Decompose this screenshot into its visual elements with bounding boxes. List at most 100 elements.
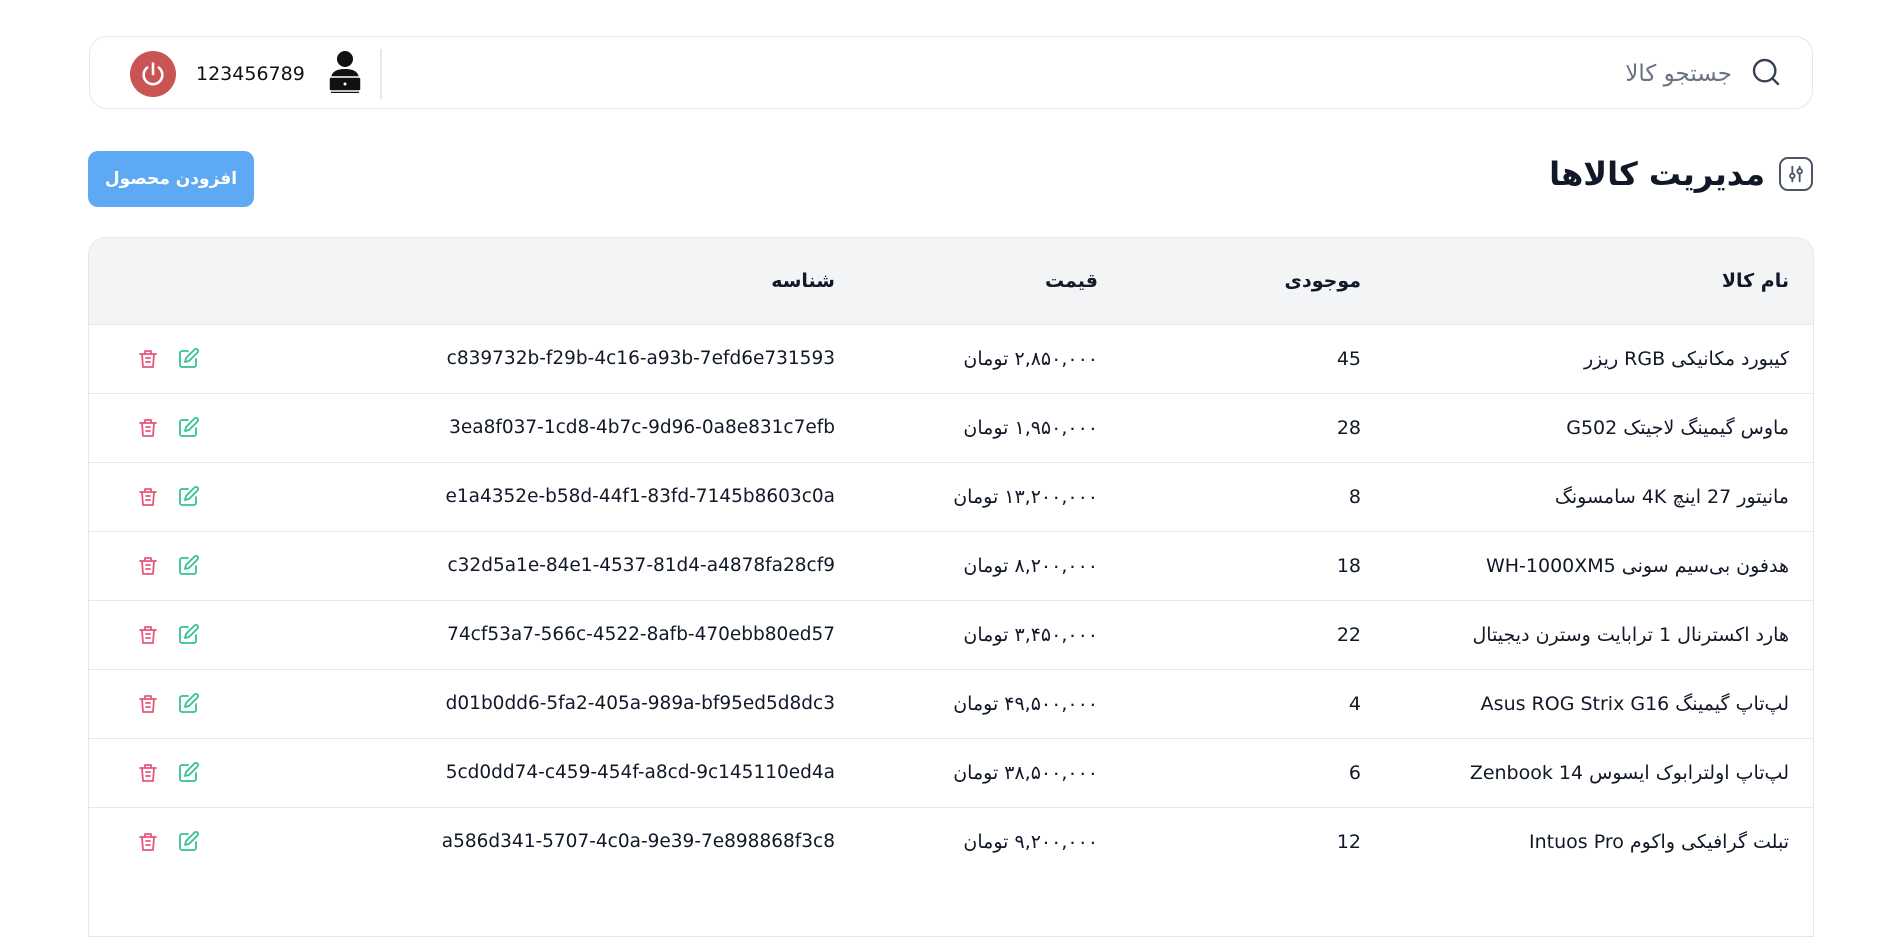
- table-row: کیبورد مکانیکی RGB ریزر 45 ۲,۸۵۰,۰۰۰ توم…: [89, 324, 1813, 393]
- product-name: لپ‌تاپ گیمینگ Asus ROG Strix G16: [1480, 692, 1789, 715]
- product-id: d01b0dd6-5fa2-405a-989a-bf95ed5d8dc3: [307, 669, 859, 738]
- row-actions: [89, 738, 307, 807]
- column-header-id: شناسه: [771, 269, 835, 292]
- column-header-price: قیمت: [1044, 269, 1098, 292]
- edit-icon: [179, 554, 199, 575]
- edit-icon: [179, 416, 199, 437]
- trash-icon: [139, 625, 157, 644]
- edit-button[interactable]: [173, 620, 203, 650]
- product-price: ۱,۹۵۰,۰۰۰ تومان: [963, 416, 1098, 439]
- edit-button[interactable]: [173, 689, 203, 719]
- edit-button[interactable]: [173, 827, 203, 857]
- trash-icon: [139, 763, 157, 782]
- trash-icon: [139, 556, 157, 575]
- product-price: ۳,۴۵۰,۰۰۰ تومان: [963, 623, 1098, 646]
- row-actions: [89, 324, 307, 393]
- product-stock: 12: [1336, 830, 1361, 853]
- logout-button[interactable]: [130, 50, 176, 97]
- edit-icon: [179, 623, 199, 644]
- product-name: تبلت گرافیکی واکوم Intuos Pro: [1529, 830, 1789, 853]
- product-name: لپ‌تاپ اولترابوک ایسوس Zenbook 14: [1469, 761, 1789, 784]
- product-price: ۴۹,۵۰۰,۰۰۰ تومان: [953, 692, 1098, 715]
- edit-icon: [179, 830, 199, 851]
- table-row: ماوس گیمینگ لاجیتک G502 28 ۱,۹۵۰,۰۰۰ توم…: [89, 393, 1813, 462]
- row-actions: [89, 600, 307, 669]
- product-stock: 22: [1336, 623, 1361, 646]
- product-price: ۳۸,۵۰۰,۰۰۰ تومان: [953, 761, 1098, 784]
- delete-button[interactable]: [133, 758, 163, 788]
- edit-button[interactable]: [173, 551, 203, 581]
- product-price: ۱۳,۲۰۰,۰۰۰ تومان: [953, 485, 1098, 508]
- column-header-stock: موجودی: [1284, 269, 1361, 292]
- product-price: ۲,۸۵۰,۰۰۰ تومان: [963, 347, 1098, 370]
- row-actions: [89, 807, 307, 876]
- product-id-value: c32d5a1e-84e1-4537-81d4-a4878fa28cf9: [447, 555, 835, 576]
- row-actions: [89, 531, 307, 600]
- trash-icon: [139, 418, 157, 437]
- trash-icon: [139, 349, 157, 368]
- delete-button[interactable]: [133, 344, 163, 374]
- add-product-button[interactable]: افزودن محصول: [88, 151, 254, 207]
- product-id: 74cf53a7-566c-4522-8afb-470ebb80ed57: [307, 600, 859, 669]
- product-stock: 6: [1348, 761, 1361, 784]
- column-header-name: نام کالا: [1721, 269, 1789, 292]
- delete-button[interactable]: [133, 689, 163, 719]
- product-price: ۸,۲۰۰,۰۰۰ تومان: [963, 554, 1098, 577]
- product-name: هارد اکسترنال 1 ترابایت وسترن دیجیتال: [1472, 623, 1789, 646]
- row-actions: [89, 462, 307, 531]
- product-id-value: 5cd0dd74-c459-454f-a8cd-9c145110ed4a: [445, 762, 835, 783]
- delete-button[interactable]: [133, 551, 163, 581]
- table-row: هدفون بی‌سیم سونی WH-1000XM5 18 ۸,۲۰۰,۰۰…: [89, 531, 1813, 600]
- search-icon[interactable]: [1750, 56, 1782, 92]
- user-area: 123456789: [130, 37, 365, 110]
- table-row: لپ‌تاپ اولترابوک ایسوس Zenbook 14 6 ۳۸,۵…: [89, 738, 1813, 807]
- table-row: لپ‌تاپ گیمینگ Asus ROG Strix G16 4 ۴۹,۵۰…: [89, 669, 1813, 738]
- page-title: مدیریت کالاها: [1549, 155, 1765, 193]
- top-bar: 123456789: [89, 36, 1813, 109]
- edit-icon: [179, 692, 199, 713]
- product-name: ماوس گیمینگ لاجیتک G502: [1566, 416, 1789, 439]
- product-name: کیبورد مکانیکی RGB ریزر: [1584, 347, 1789, 370]
- edit-icon: [179, 347, 199, 368]
- delete-button[interactable]: [133, 620, 163, 650]
- trash-icon: [139, 694, 157, 713]
- products-table: نام کالا موجودی قیمت شناسه کیبورد مکانیک…: [88, 237, 1814, 937]
- product-id-value: d01b0dd6-5fa2-405a-989a-bf95ed5d8dc3: [445, 693, 835, 714]
- product-id: 3ea8f037-1cd8-4b7c-9d96-0a8e831c7efb: [307, 393, 859, 462]
- power-icon: [142, 61, 164, 85]
- product-id: c32d5a1e-84e1-4537-81d4-a4878fa28cf9: [307, 531, 859, 600]
- product-id: a586d341-5707-4c0a-9e39-7e898868f3c8: [307, 807, 859, 876]
- header-divider: [380, 49, 382, 99]
- edit-button[interactable]: [173, 482, 203, 512]
- delete-button[interactable]: [133, 482, 163, 512]
- product-id-value: 74cf53a7-566c-4522-8afb-470ebb80ed57: [447, 624, 835, 645]
- table-row: مانیتور 27 اینچ 4K سامسونگ 8 ۱۳,۲۰۰,۰۰۰ …: [89, 462, 1813, 531]
- product-name: مانیتور 27 اینچ 4K سامسونگ: [1554, 485, 1789, 508]
- product-id-value: c839732b-f29b-4c16-a93b-7efd6e731593: [446, 348, 835, 369]
- product-id-value: e1a4352e-b58d-44f1-83fd-7145b8603c0a: [445, 486, 836, 507]
- sliders-icon: [1779, 157, 1813, 191]
- product-id: 5cd0dd74-c459-454f-a8cd-9c145110ed4a: [307, 738, 859, 807]
- product-name: هدفون بی‌سیم سونی WH-1000XM5: [1485, 554, 1789, 577]
- product-id-value: 3ea8f037-1cd8-4b7c-9d96-0a8e831c7efb: [449, 417, 835, 438]
- edit-button[interactable]: [173, 413, 203, 443]
- edit-button[interactable]: [173, 344, 203, 374]
- row-actions: [89, 393, 307, 462]
- table-row: هارد اکسترنال 1 ترابایت وسترن دیجیتال 22…: [89, 600, 1813, 669]
- search-input[interactable]: [1530, 59, 1734, 88]
- edit-button[interactable]: [173, 758, 203, 788]
- search-box[interactable]: [1530, 37, 1782, 110]
- user-laptop-icon: [325, 49, 365, 99]
- product-stock: 18: [1336, 554, 1361, 577]
- trash-icon: [139, 487, 157, 506]
- trash-icon: [139, 832, 157, 851]
- user-phone: 123456789: [196, 62, 305, 85]
- product-stock: 8: [1348, 485, 1361, 508]
- table-header-row: نام کالا موجودی قیمت شناسه: [89, 238, 1813, 324]
- product-id-value: a586d341-5707-4c0a-9e39-7e898868f3c8: [441, 831, 835, 853]
- delete-button[interactable]: [133, 827, 163, 857]
- product-id: e1a4352e-b58d-44f1-83fd-7145b8603c0a: [307, 462, 859, 531]
- delete-button[interactable]: [133, 413, 163, 443]
- product-stock: 4: [1348, 692, 1361, 715]
- product-stock: 45: [1336, 347, 1361, 370]
